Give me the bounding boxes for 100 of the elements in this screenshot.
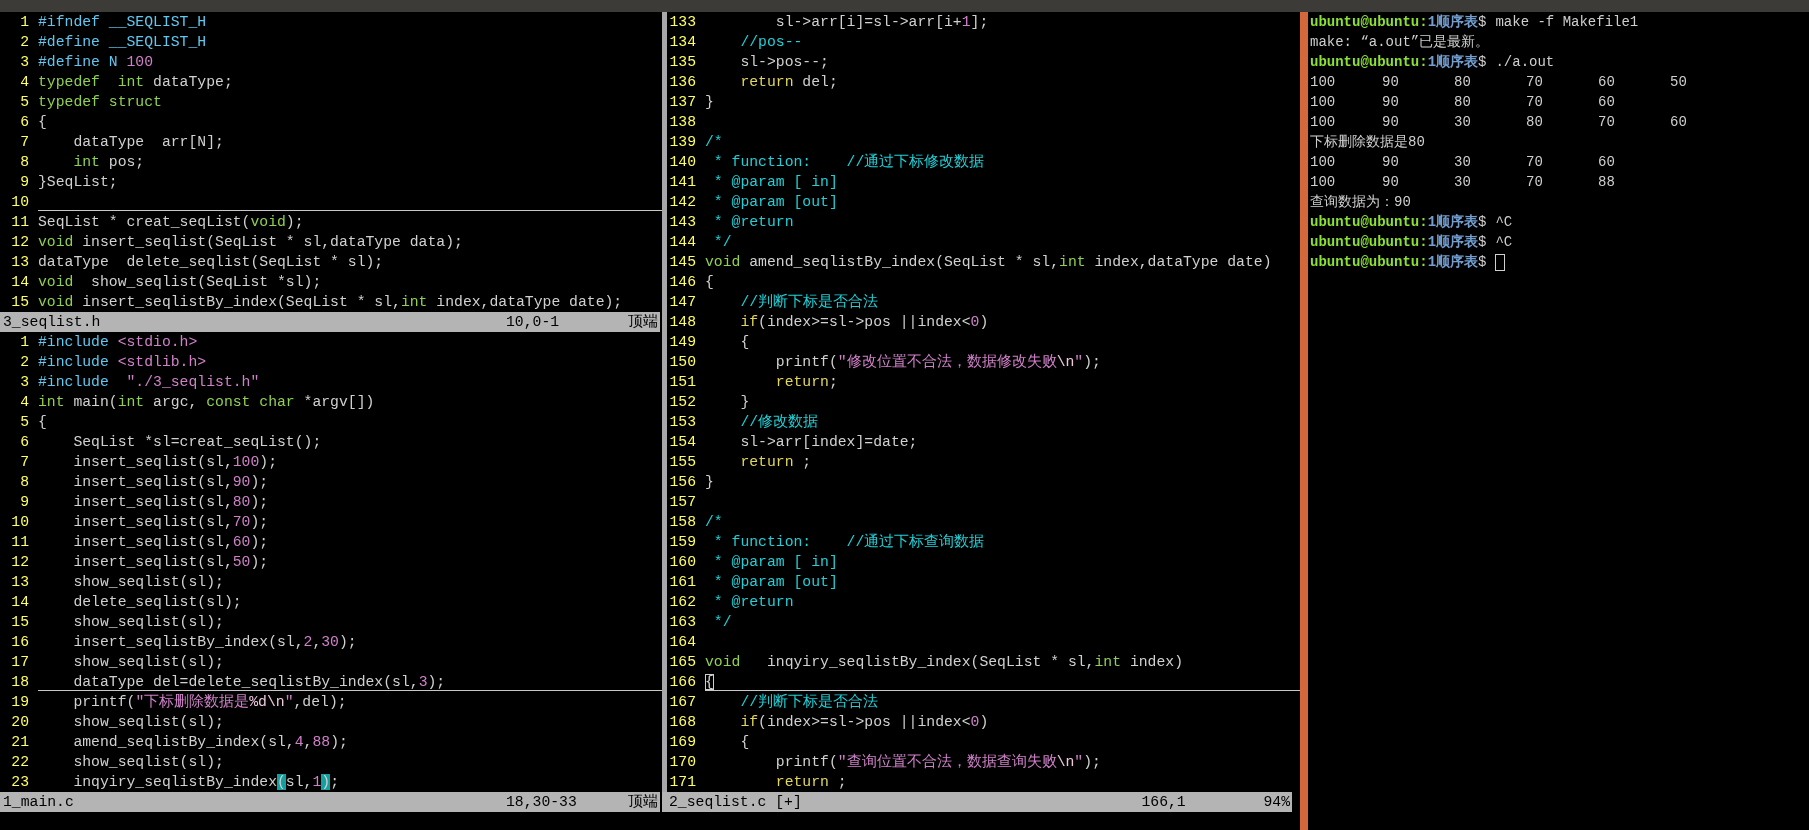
- code-line: sl->pos--;: [739, 53, 829, 72]
- prompt-host: ubuntu@ubuntu:: [1310, 233, 1428, 252]
- code-line: #include "./3_seqlist.h": [38, 373, 260, 392]
- line-number: 4: [19, 73, 29, 92]
- output-value: 100: [1310, 74, 1336, 90]
- code-line: inqyiry_seqlistBy_index(sl,1);: [72, 773, 339, 792]
- code-line: insert_seqlist(sl,50);: [72, 553, 269, 572]
- line-number: 12: [10, 553, 29, 572]
- code-line: return;: [774, 373, 838, 392]
- cursor-position: 18,30-33: [506, 793, 578, 812]
- line-number: 139: [669, 133, 696, 152]
- code-line: * @param [out]: [712, 573, 838, 592]
- line-number: 146: [669, 273, 696, 292]
- cursor-position: 10,0-1: [506, 313, 561, 332]
- code-line: #define N 100: [38, 53, 154, 72]
- command-text: ^C: [1495, 233, 1513, 252]
- code-line: show_seqlist(sl);: [72, 653, 224, 672]
- line-number: 154: [669, 433, 696, 452]
- line-number: 3: [19, 373, 29, 392]
- output-value: 70: [1526, 94, 1543, 110]
- line-number: 170: [669, 753, 696, 772]
- code-line: return del;: [739, 73, 838, 92]
- line-number: 141: [669, 173, 696, 192]
- line-number: 6: [19, 113, 29, 132]
- line-number: 156: [669, 473, 696, 492]
- file-name: 3_seqlist.h: [2, 313, 102, 332]
- line-number: 19: [10, 693, 29, 712]
- line-number: 168: [669, 713, 696, 732]
- line-number: 10: [10, 513, 29, 532]
- code-line: //判断下标是否合法: [739, 692, 879, 712]
- code-line: #include <stdlib.h>: [38, 353, 207, 372]
- line-number: 142: [669, 193, 696, 212]
- file-name: 2_seqlist.c [+]: [668, 793, 803, 812]
- output-value: 60: [1598, 154, 1615, 170]
- output-value: 80: [1526, 114, 1543, 130]
- code-line: sl->arr[index]=date;: [739, 433, 918, 452]
- prompt-path: 1顺序表: [1427, 213, 1479, 232]
- code-line: //pos--: [739, 33, 803, 52]
- code-line: insert_seqlistBy_index(sl,2,30);: [72, 633, 357, 652]
- line-number: 3: [19, 53, 29, 72]
- prompt-sign: $: [1478, 253, 1487, 272]
- line-number: 150: [669, 353, 696, 372]
- line-number: 1: [19, 13, 29, 32]
- output-value: 70: [1526, 74, 1543, 90]
- code-line: show_seqlist(sl);: [72, 613, 224, 632]
- output-text: make: “a.out”已是最新。: [1310, 33, 1490, 52]
- line-number: 9: [19, 493, 29, 512]
- line-number: 15: [10, 613, 29, 632]
- line-number: 144: [669, 233, 696, 252]
- code-line: #define __SEQLIST_H: [38, 33, 207, 52]
- code-line: }: [705, 93, 714, 112]
- code-line: void show_seqlist(SeqList *sl);: [38, 273, 322, 292]
- prompt-path: 1顺序表: [1427, 53, 1479, 72]
- line-number: 165: [669, 653, 696, 672]
- line-number: 161: [669, 573, 696, 592]
- code-line: insert_seqlist(sl,80);: [72, 493, 269, 512]
- code-line: * @return: [712, 593, 794, 612]
- prompt-path: 1顺序表: [1427, 253, 1479, 272]
- line-number: 10: [10, 193, 29, 212]
- line-number: 14: [10, 593, 29, 612]
- line-number: 23: [10, 773, 29, 792]
- line-number: 22: [10, 753, 29, 772]
- code-line: if(index>=sl->pos ||index<0): [739, 313, 989, 332]
- output-value: 80: [1454, 74, 1471, 90]
- code-line: //判断下标是否合法: [739, 292, 879, 312]
- code-line: void inqyiry_seqlistBy_index(SeqList * sl,int index): [705, 653, 1183, 672]
- line-number: 17: [10, 653, 29, 672]
- output-value: 100: [1310, 94, 1336, 110]
- code-line: insert_seqlist(sl,90);: [72, 473, 269, 492]
- output-value: 70: [1526, 174, 1543, 190]
- line-number: 7: [19, 453, 29, 472]
- output-text: 查询数据为：90: [1310, 193, 1411, 212]
- code-line: dataType delete_seqlist(SeqList * sl);: [38, 253, 384, 272]
- line-number: 136: [669, 73, 696, 92]
- line-number: 160: [669, 553, 696, 572]
- output-value: 30: [1454, 154, 1471, 170]
- scroll-position: 顶端: [628, 313, 659, 332]
- prompt-host: ubuntu@ubuntu:: [1310, 253, 1428, 272]
- code-line: delete_seqlist(sl);: [72, 593, 242, 612]
- code-line: * @param [ in]: [712, 173, 838, 192]
- prompt-host: ubuntu@ubuntu:: [1310, 13, 1428, 32]
- code-line: * function: //通过下标查询数据: [712, 532, 985, 552]
- scroll-position: 顶端: [628, 793, 659, 812]
- code-line: void insert_seqlistBy_index(SeqList * sl,int index,dataType date);: [38, 293, 623, 312]
- code-line: {: [705, 273, 714, 292]
- output-text: 下标删除数据是80: [1310, 133, 1425, 152]
- code-line: sl->arr[i]=sl->arr[i+1];: [774, 13, 989, 32]
- code-line: insert_seqlist(sl,100);: [72, 453, 277, 472]
- output-value: 90: [1382, 114, 1399, 130]
- line-number: 11: [10, 213, 29, 232]
- code-line: show_seqlist(sl);: [72, 573, 224, 592]
- code-line: #include <stdio.h>: [38, 333, 198, 352]
- line-number: 153: [669, 413, 696, 432]
- code-line: */: [712, 613, 732, 632]
- line-number: 159: [669, 533, 696, 552]
- code-line: insert_seqlist(sl,70);: [72, 513, 269, 532]
- code-line: SeqList *sl=creat_seqList();: [72, 433, 322, 452]
- line-number: 13: [10, 253, 29, 272]
- code-line: void amend_seqlistBy_index(SeqList * sl,int index,dataType date): [705, 253, 1272, 272]
- code-line: return ;: [774, 773, 847, 792]
